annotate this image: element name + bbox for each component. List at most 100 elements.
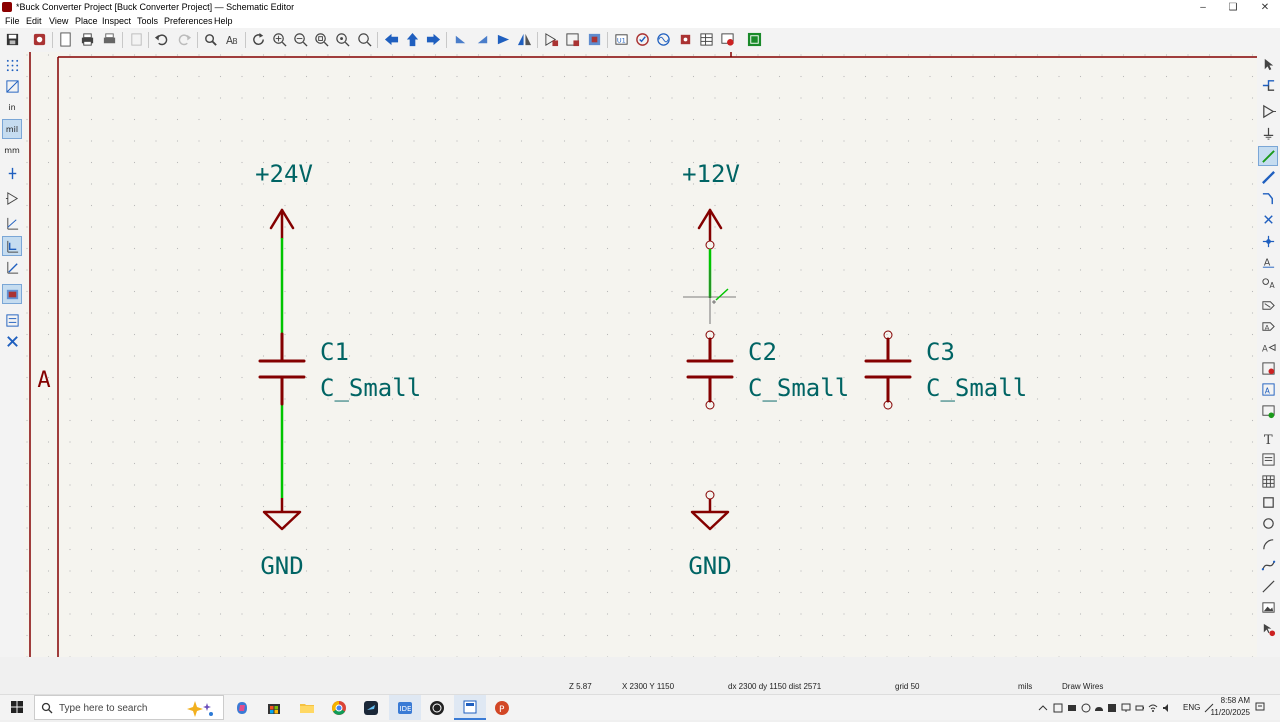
draw-wire-icon[interactable] <box>1258 146 1278 166</box>
erc-icon[interactable] <box>634 31 651 48</box>
maximize-button[interactable]: ❑ <box>1218 0 1248 15</box>
clock-date[interactable]: 11/20/2025 <box>1202 708 1250 717</box>
close-button[interactable]: ✕ <box>1250 0 1280 15</box>
symbol-editor-icon[interactable] <box>543 31 560 48</box>
menu-preferences[interactable]: Preferences <box>164 16 213 26</box>
line-mode-90-icon[interactable] <box>2 236 22 256</box>
grid-overrides-icon[interactable] <box>3 77 21 95</box>
unit-millimeters[interactable]: mm <box>3 141 21 159</box>
bezier-icon[interactable] <box>1259 556 1277 574</box>
add-symbol-icon[interactable] <box>1259 102 1277 120</box>
open-pcb-icon[interactable] <box>746 31 763 48</box>
schematic-setup-icon[interactable] <box>31 31 48 48</box>
schematic-svg[interactable]: A +24V +12V C1 C_Small C2 C_Small C3 C_S… <box>24 52 1257 657</box>
battery-icon[interactable] <box>1135 703 1145 713</box>
hierarchical-sheet-icon[interactable] <box>1259 359 1277 377</box>
junction-icon[interactable] <box>1259 232 1277 250</box>
plot-icon[interactable] <box>101 31 118 48</box>
kicad-taskbar-icon[interactable] <box>454 695 486 720</box>
rotate-cw-icon[interactable] <box>474 31 491 48</box>
zoom-fit-icon[interactable] <box>313 31 330 48</box>
image-icon[interactable] <box>1259 598 1277 616</box>
clock-time[interactable]: 8:58 AM <box>1210 696 1250 705</box>
find-icon[interactable] <box>202 31 219 48</box>
arduino-ide-icon[interactable]: IDE <box>389 695 421 720</box>
chevron-up-icon[interactable] <box>1038 703 1048 713</box>
line-mode-45-icon[interactable] <box>3 258 21 276</box>
volume-icon[interactable] <box>1162 703 1172 713</box>
tray-app-icon[interactable] <box>1107 703 1117 713</box>
annotate-icon[interactable]: U1 <box>613 31 630 48</box>
edit-fields-icon[interactable] <box>719 31 736 48</box>
menu-help[interactable]: Help <box>214 16 233 26</box>
copilot-icon[interactable] <box>226 695 258 720</box>
update-symbols-icon[interactable] <box>586 31 603 48</box>
zoom-in-icon[interactable] <box>271 31 288 48</box>
unit-inches[interactable]: in <box>3 98 21 116</box>
menu-file[interactable]: File <box>5 16 20 26</box>
language-indicator[interactable]: ENG <box>1183 703 1200 712</box>
print-icon[interactable] <box>79 31 96 48</box>
rotate-ccw-icon[interactable] <box>452 31 469 48</box>
schematic-canvas[interactable]: A +24V +12V C1 C_Small C2 C_Small C3 C_S… <box>24 52 1257 657</box>
import-image-icon[interactable] <box>1259 402 1277 420</box>
microsoft-store-icon[interactable] <box>258 695 290 720</box>
minimize-button[interactable]: – <box>1188 0 1218 15</box>
windows-start-icon[interactable] <box>0 695 34 721</box>
taskbar-search[interactable]: Type here to search <box>34 695 224 720</box>
arc-icon[interactable] <box>1259 535 1277 553</box>
table-icon[interactable] <box>1259 472 1277 490</box>
obs-icon[interactable] <box>421 695 453 720</box>
hierarchy-navigator-icon[interactable] <box>3 311 21 329</box>
add-power-icon[interactable] <box>1259 124 1277 142</box>
notifications-icon[interactable] <box>1255 702 1265 712</box>
tray-app-icon[interactable] <box>1067 703 1077 713</box>
annotation-icon[interactable] <box>2 284 22 304</box>
text-box-icon[interactable] <box>1259 450 1277 468</box>
symbol-browser-icon[interactable] <box>564 31 581 48</box>
mirror-vertical-icon[interactable] <box>495 31 512 48</box>
bus-entry-icon[interactable] <box>1259 189 1277 207</box>
menu-view[interactable]: View <box>49 16 68 26</box>
zoom-selection-icon[interactable] <box>356 31 373 48</box>
cursor-shape-icon[interactable] <box>3 164 21 182</box>
navigate-up-icon[interactable] <box>404 31 421 48</box>
menu-place[interactable]: Place <box>75 16 98 26</box>
zoom-out-icon[interactable] <box>292 31 309 48</box>
rectangle-icon[interactable] <box>1259 493 1277 511</box>
unit-mils[interactable]: mil <box>2 119 22 139</box>
simulator-icon[interactable] <box>655 31 672 48</box>
navigate-forward-icon[interactable] <box>425 31 442 48</box>
zoom-objects-icon[interactable] <box>334 31 351 48</box>
find-replace-icon[interactable]: AB <box>224 31 241 48</box>
text-icon[interactable]: T <box>1259 429 1277 447</box>
properties-panel-icon[interactable] <box>3 332 21 350</box>
import-sheet-pin-icon[interactable]: A <box>1259 380 1277 398</box>
powerpoint-icon[interactable]: P <box>486 695 518 720</box>
refresh-icon[interactable] <box>250 31 267 48</box>
global-label-icon[interactable] <box>1259 296 1277 314</box>
file-explorer-icon[interactable] <box>291 695 323 720</box>
hidden-pins-icon[interactable] <box>3 189 21 207</box>
line-mode-free-icon[interactable] <box>3 214 21 232</box>
footprint-assign-icon[interactable] <box>677 31 694 48</box>
navigate-back-icon[interactable] <box>383 31 400 48</box>
hierarchical-label-icon[interactable]: A <box>1259 317 1277 335</box>
steam-icon[interactable] <box>355 695 387 720</box>
display-icon[interactable] <box>1121 703 1131 713</box>
tray-app-icon[interactable] <box>1081 703 1091 713</box>
select-tool-icon[interactable] <box>1259 55 1277 73</box>
graphic-line-icon[interactable] <box>1259 577 1277 595</box>
draw-bus-icon[interactable] <box>1259 168 1277 186</box>
circle-icon[interactable] <box>1259 514 1277 532</box>
menu-tools[interactable]: Tools <box>137 16 158 26</box>
bom-icon[interactable] <box>698 31 715 48</box>
no-connect-icon[interactable] <box>1259 210 1277 228</box>
paste-icon[interactable] <box>128 31 145 48</box>
tray-app-icon[interactable] <box>1053 703 1063 713</box>
onedrive-icon[interactable] <box>1094 703 1104 713</box>
menu-inspect[interactable]: Inspect <box>102 16 131 26</box>
menu-edit[interactable]: Edit <box>26 16 42 26</box>
page-settings-icon[interactable] <box>57 31 74 48</box>
highlight-net-icon[interactable] <box>1259 76 1277 94</box>
